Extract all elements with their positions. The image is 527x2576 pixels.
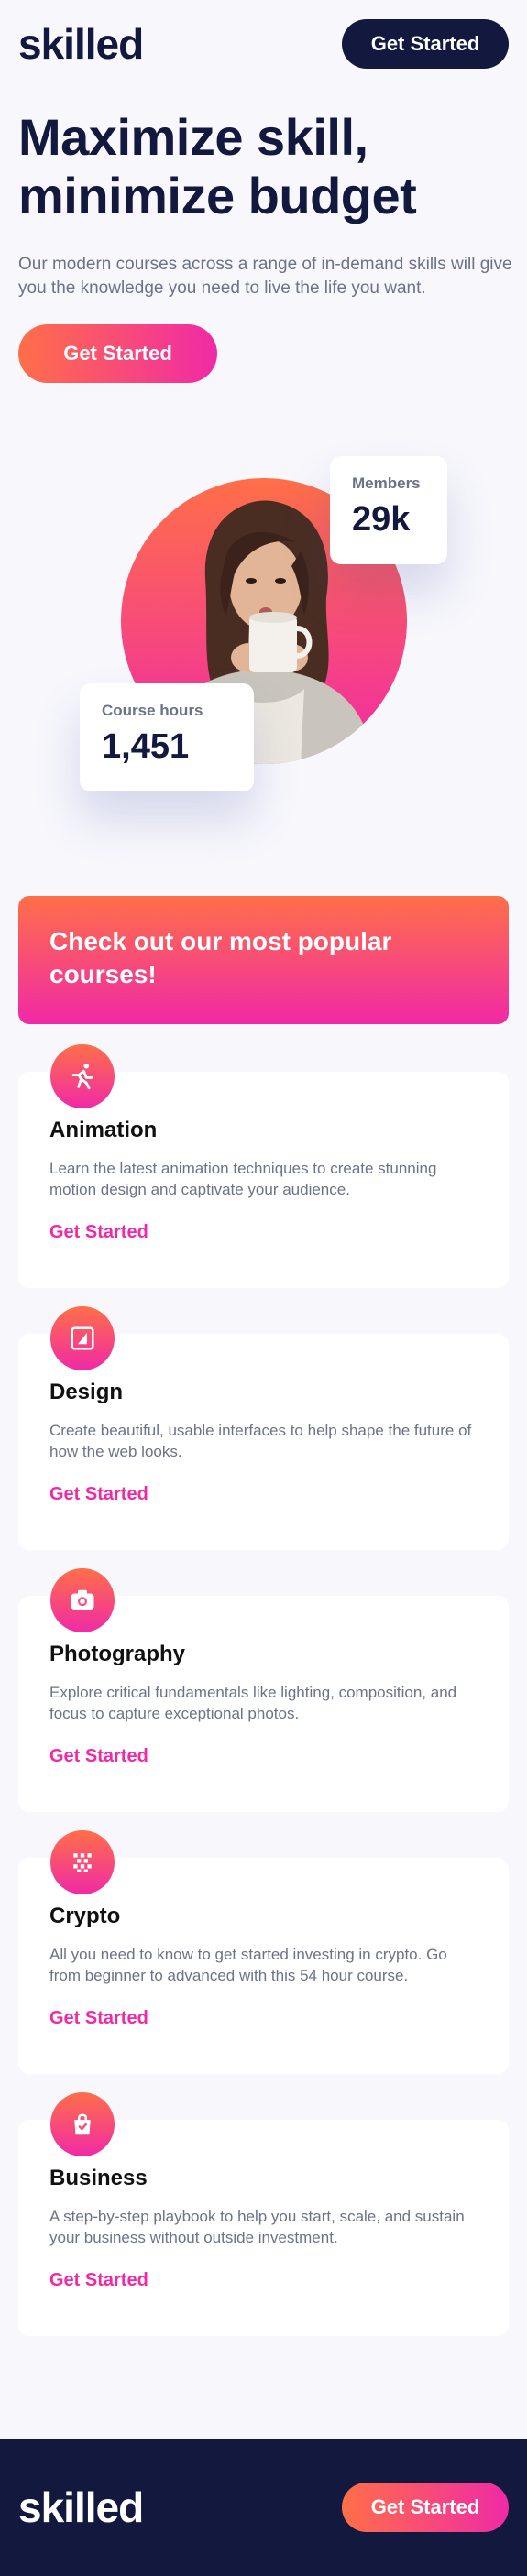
- hero-get-started-button[interactable]: Get Started: [18, 324, 217, 383]
- hero-section: Maximize skill, minimize budget Our mode…: [0, 88, 527, 383]
- course-title: Animation: [49, 1118, 158, 1142]
- course-title: Design: [49, 1380, 124, 1404]
- members-stat-card: Members 29k: [330, 456, 447, 564]
- course-hours-stat-card: Course hours 1,451: [80, 683, 254, 791]
- course-title: Photography: [49, 1642, 185, 1666]
- header-get-started-button[interactable]: Get Started: [342, 19, 509, 69]
- footer-logo[interactable]: skilled: [18, 2486, 144, 2528]
- site-header: skilled Get Started: [0, 0, 527, 88]
- hero-text: Our modern courses across a range of in-…: [18, 255, 512, 298]
- hero-title: Maximize skill, minimize budget: [18, 108, 417, 224]
- course-description: A step-by-step playbook to help you star…: [49, 2208, 465, 2246]
- course-description: Learn the latest animation techniques to…: [49, 1160, 437, 1198]
- course-title: Crypto: [49, 1904, 121, 1928]
- course-card-business: Business A step-by-step playbook to help…: [18, 2092, 509, 2336]
- site-footer: skilled Get Started: [0, 2439, 527, 2576]
- members-value: 29k: [352, 500, 411, 539]
- course-card-crypto: Crypto All you need to know to get start…: [18, 1830, 509, 2074]
- course-description: All you need to know to get started inve…: [49, 1946, 447, 1984]
- camera-icon: [50, 1568, 115, 1632]
- course-get-started-link[interactable]: Get Started: [49, 1484, 478, 1505]
- course-card-photography: Photography Explore critical fundamental…: [18, 1568, 509, 1812]
- courses-section: Check out our most popular courses! Anim…: [0, 896, 527, 2336]
- footer-get-started-button[interactable]: Get Started: [342, 2483, 509, 2532]
- course-get-started-link[interactable]: Get Started: [49, 2008, 478, 2029]
- shopping-bag-icon: [50, 2092, 115, 2156]
- popular-courses-banner: Check out our most popular courses!: [18, 896, 509, 1024]
- course-get-started-link[interactable]: Get Started: [49, 1746, 478, 1767]
- design-frame-icon: [50, 1306, 115, 1370]
- hero-illustration: Members 29k Course hours 1,451: [0, 383, 527, 896]
- members-label: Members: [352, 475, 421, 492]
- course-get-started-link[interactable]: Get Started: [49, 1222, 478, 1243]
- page: skilled Get Started Maximize skill, mini…: [0, 0, 527, 2336]
- course-description: Explore critical fundamentals like light…: [49, 1684, 457, 1722]
- crypto-grid-icon: [50, 1830, 115, 1894]
- logo[interactable]: skilled: [18, 23, 144, 65]
- course-title: Business: [49, 2166, 148, 2190]
- course-card-animation: Animation Learn the latest animation tec…: [18, 1044, 509, 1288]
- course-hours-label: Course hours: [102, 702, 203, 719]
- course-get-started-link[interactable]: Get Started: [49, 2270, 478, 2291]
- course-description: Create beautiful, usable interfaces to h…: [49, 1422, 472, 1460]
- course-card-design: Design Create beautiful, usable interfac…: [18, 1306, 509, 1550]
- course-hours-value: 1,451: [102, 727, 190, 766]
- running-person-icon: [50, 1044, 115, 1108]
